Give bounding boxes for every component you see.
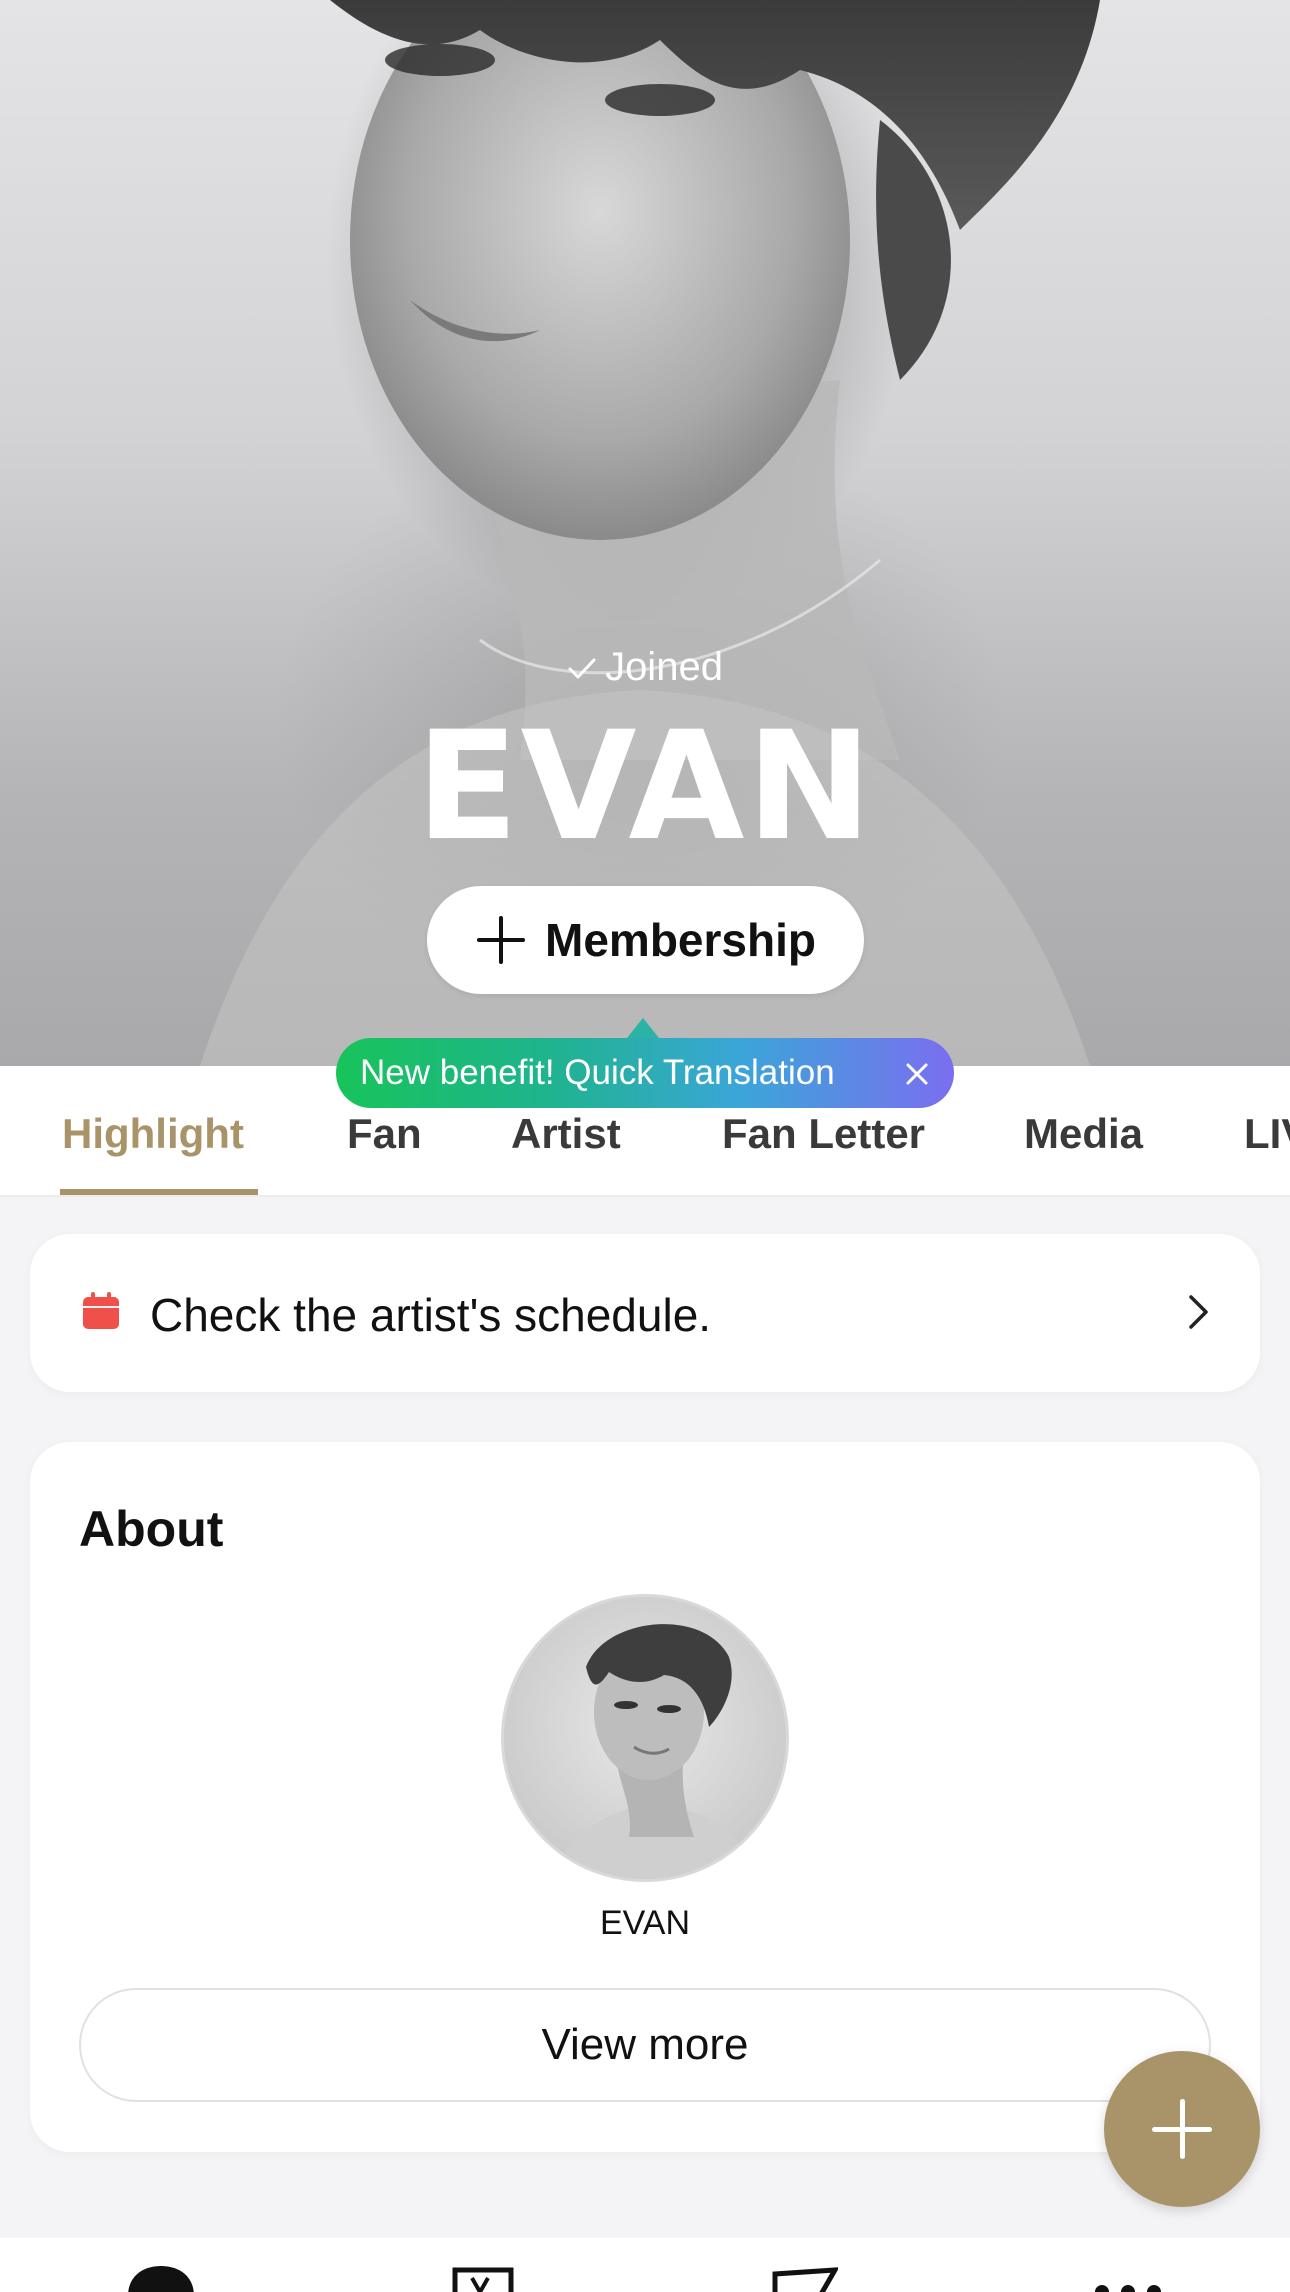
- send-icon[interactable]: [772, 2266, 840, 2292]
- new-benefit-tooltip[interactable]: New benefit! Quick Translation: [336, 1018, 954, 1108]
- avatar[interactable]: [501, 1594, 789, 1882]
- joined-status: Joined: [0, 645, 1290, 692]
- close-icon[interactable]: [902, 1058, 932, 1088]
- more-icon[interactable]: [1092, 2266, 1164, 2292]
- artist-schedule-card[interactable]: Check the artist's schedule.: [30, 1234, 1260, 1392]
- tooltip-text: New benefit! Quick Translation: [360, 1053, 835, 1092]
- tab-fan-letter[interactable]: Fan Letter: [722, 1110, 925, 1158]
- membership-button[interactable]: Membership: [427, 886, 864, 994]
- tooltip-caret: [627, 1018, 659, 1038]
- bottom-navigation: [0, 2238, 1290, 2292]
- view-more-button[interactable]: View more: [79, 1988, 1211, 2102]
- active-tab-indicator: [60, 1189, 258, 1195]
- home-icon[interactable]: [128, 2266, 194, 2292]
- about-title: About: [79, 1501, 224, 1557]
- membership-label: Membership: [545, 914, 816, 966]
- app-root: Joined EVAN Membership New benefit! Quic…: [0, 0, 1290, 2292]
- tab-highlight[interactable]: Highlight: [62, 1110, 244, 1158]
- tab-live[interactable]: LIVE: [1244, 1110, 1290, 1158]
- artist-hero-banner: Joined EVAN Membership: [0, 0, 1290, 1066]
- schedule-text: Check the artist's schedule.: [150, 1289, 712, 1341]
- plus-icon: [475, 914, 527, 966]
- tab-media[interactable]: Media: [1024, 1110, 1143, 1158]
- artist-name-title: EVAN: [416, 700, 874, 874]
- joined-label: Joined: [605, 645, 723, 689]
- tab-fan[interactable]: Fan: [347, 1110, 422, 1158]
- about-card: About EVAN View more: [30, 1442, 1260, 2152]
- create-post-button[interactable]: [1104, 2051, 1260, 2207]
- calendar-icon: [82, 1292, 120, 1330]
- tv-icon[interactable]: [452, 2266, 514, 2292]
- chevron-right-icon: [1188, 1294, 1210, 1330]
- avatar-name: EVAN: [599, 1904, 691, 1942]
- checkmark-icon: [567, 647, 597, 692]
- tab-artist[interactable]: Artist: [511, 1110, 621, 1158]
